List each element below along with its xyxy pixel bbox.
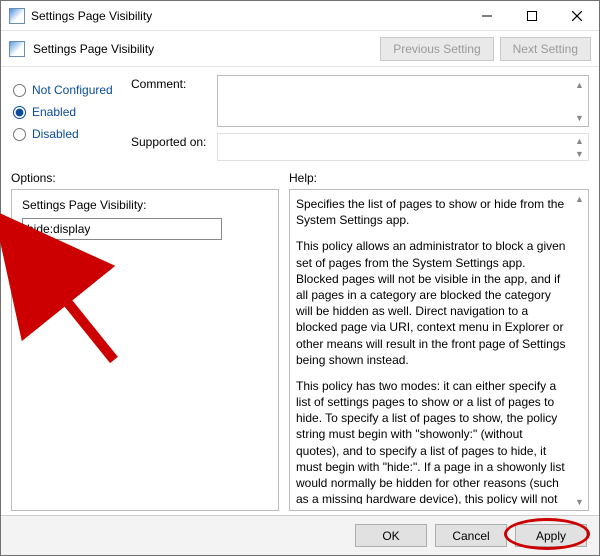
window: Settings Page Visibility Settings Page V… <box>0 0 600 556</box>
comment-row: Comment: ▲ ▼ <box>131 75 589 127</box>
option-field-label: Settings Page Visibility: <box>22 198 268 212</box>
supported-on-box: ▲ ▼ <box>217 133 589 161</box>
dialog-footer: OK Cancel Apply <box>1 515 599 555</box>
cancel-button[interactable]: Cancel <box>435 524 507 547</box>
help-text: Specifies the list of pages to show or h… <box>296 196 568 504</box>
radio-disabled-label: Disabled <box>32 127 79 141</box>
close-button[interactable] <box>554 1 599 30</box>
minimize-button[interactable] <box>464 1 509 30</box>
maximize-button[interactable] <box>509 1 554 30</box>
radio-disabled-input[interactable] <box>13 128 26 141</box>
help-header: Help: <box>289 171 589 189</box>
options-header: Options: <box>11 171 279 189</box>
app-icon <box>9 8 25 24</box>
state-radios: Not Configured Enabled Disabled <box>11 75 131 161</box>
comment-textarea[interactable]: ▲ ▼ <box>217 75 589 127</box>
radio-not-configured-label: Not Configured <box>32 83 113 97</box>
radio-enabled[interactable]: Enabled <box>11 101 131 123</box>
scroll-up-icon: ▲ <box>571 76 588 93</box>
comment-scrollbar[interactable]: ▲ ▼ <box>571 76 588 126</box>
supported-scrollbar[interactable]: ▲ ▼ <box>571 134 588 160</box>
help-scrollbar[interactable]: ▲ ▼ <box>571 190 588 510</box>
titlebar: Settings Page Visibility <box>1 1 599 31</box>
scroll-down-icon: ▼ <box>571 147 588 160</box>
settings-visibility-input[interactable] <box>22 218 222 240</box>
policy-title: Settings Page Visibility <box>33 42 154 56</box>
options-pane: Settings Page Visibility: <box>11 189 279 511</box>
scroll-down-icon: ▼ <box>571 493 588 510</box>
apply-button[interactable]: Apply <box>515 524 587 547</box>
ok-button[interactable]: OK <box>355 524 427 547</box>
supported-label: Supported on: <box>131 133 217 149</box>
previous-setting-button[interactable]: Previous Setting <box>380 37 493 61</box>
help-column: Help: Specifies the list of pages to sho… <box>289 171 589 511</box>
help-p1: Specifies the list of pages to show or h… <box>296 196 566 228</box>
comment-label: Comment: <box>131 75 217 91</box>
configuration-panel: Not Configured Enabled Disabled Comment:… <box>1 67 599 165</box>
help-p2: This policy allows an administrator to b… <box>296 238 566 368</box>
radio-enabled-input[interactable] <box>13 106 26 119</box>
help-p3: This policy has two modes: it can either… <box>296 378 566 504</box>
scroll-down-icon: ▼ <box>571 109 588 126</box>
fields: Comment: ▲ ▼ Supported on: ▲ ▼ <box>131 75 589 161</box>
scroll-up-icon: ▲ <box>571 134 588 147</box>
scroll-up-icon: ▲ <box>571 190 588 207</box>
supported-row: Supported on: ▲ ▼ <box>131 133 589 161</box>
radio-enabled-label: Enabled <box>32 105 76 119</box>
radio-not-configured[interactable]: Not Configured <box>11 79 131 101</box>
policy-header: Settings Page Visibility Previous Settin… <box>1 31 599 67</box>
help-pane: Specifies the list of pages to show or h… <box>289 189 589 511</box>
radio-disabled[interactable]: Disabled <box>11 123 131 145</box>
next-setting-button[interactable]: Next Setting <box>500 37 591 61</box>
options-column: Options: Settings Page Visibility: <box>11 171 279 511</box>
radio-not-configured-input[interactable] <box>13 84 26 97</box>
split-panel: Options: Settings Page Visibility: Help:… <box>1 165 599 515</box>
window-title: Settings Page Visibility <box>31 9 152 23</box>
policy-icon <box>9 41 25 57</box>
